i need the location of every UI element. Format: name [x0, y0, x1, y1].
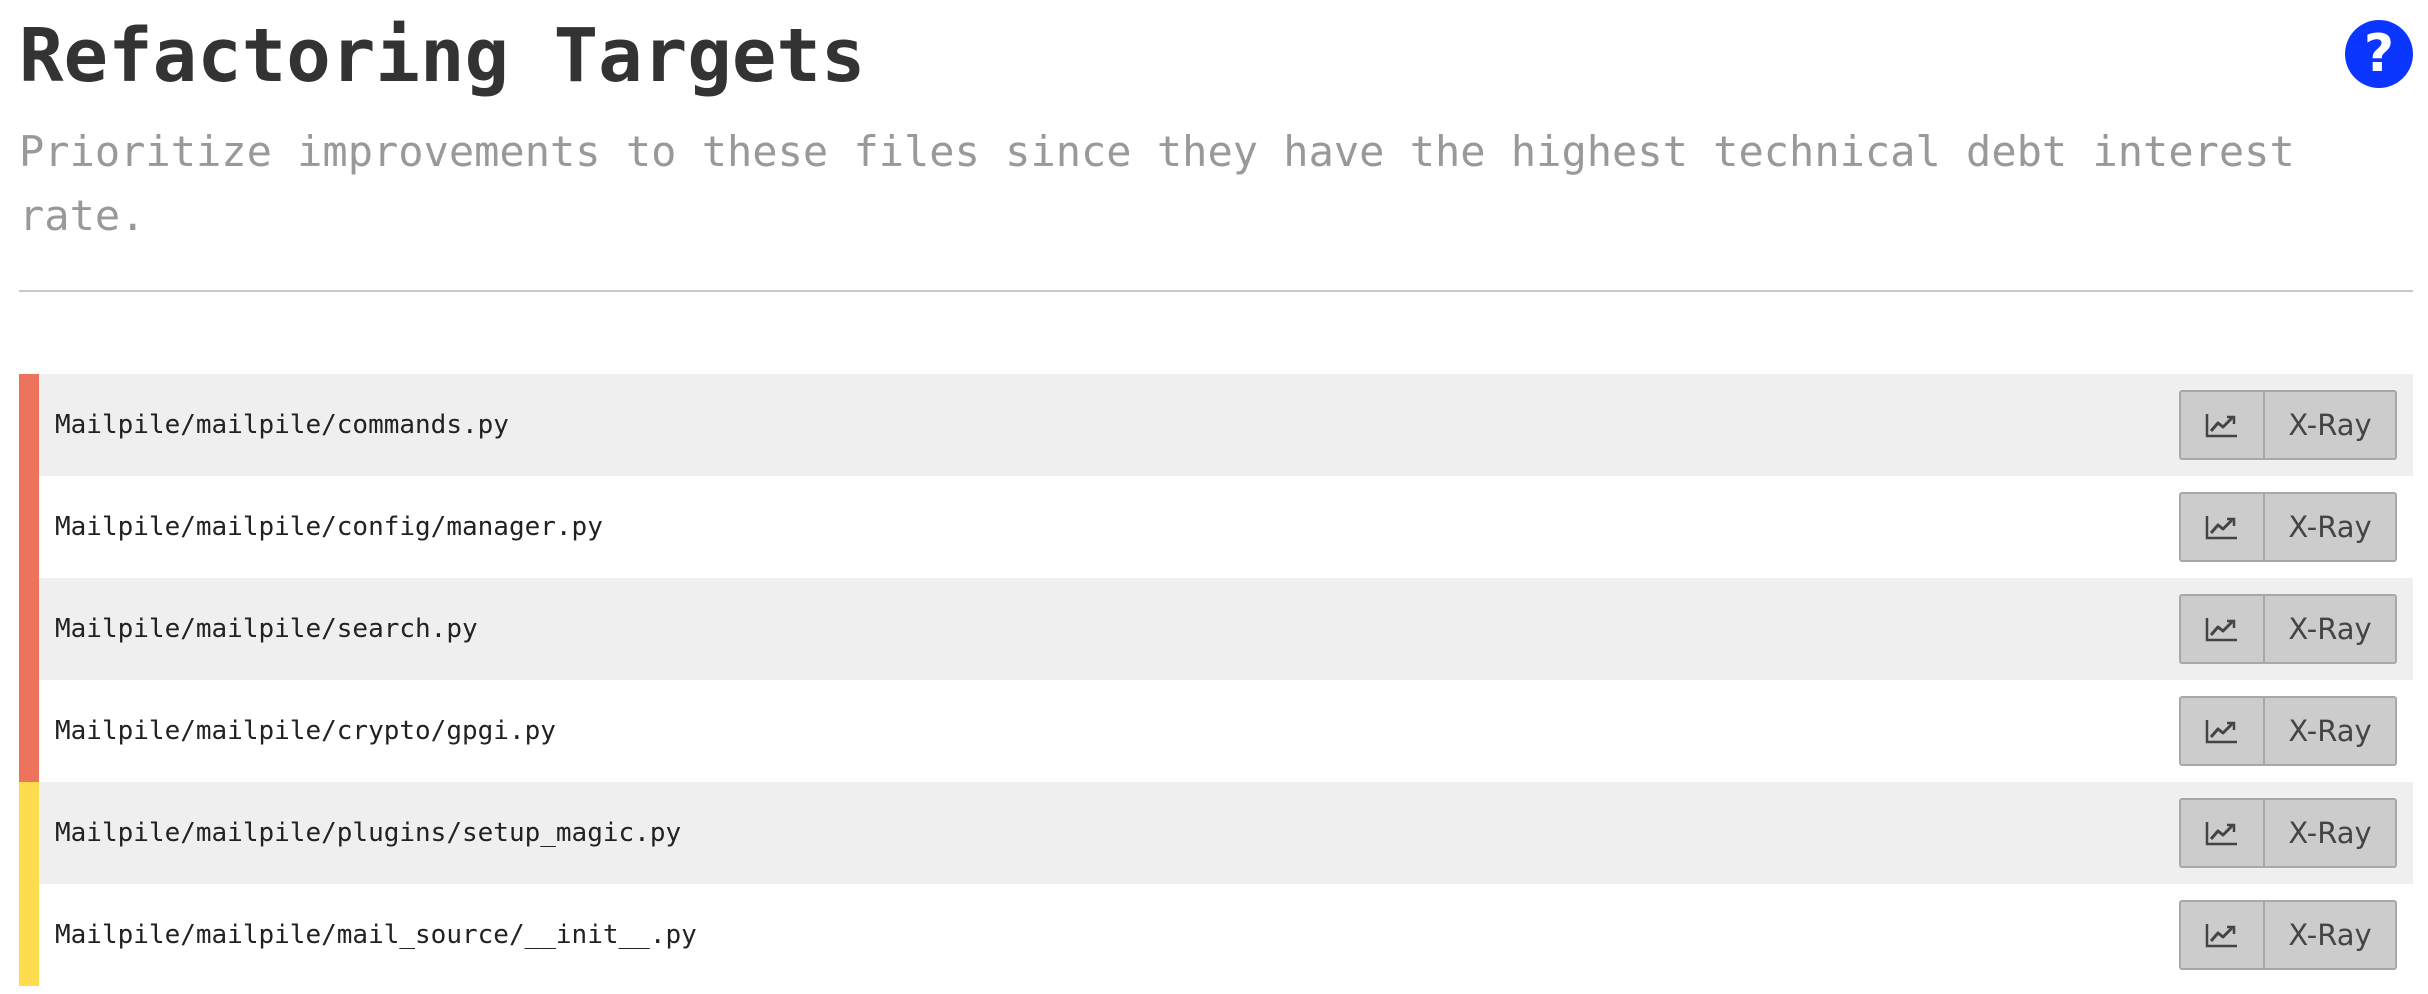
xray-button[interactable]: X-Ray	[2265, 900, 2397, 970]
line-chart-icon	[2205, 514, 2239, 540]
row-actions: X-Ray	[2179, 900, 2397, 970]
file-path-link[interactable]: Mailpile/mailpile/crypto/gpgi.py	[55, 716, 556, 746]
target-row: Mailpile/mailpile/plugins/setup_magic.py…	[19, 782, 2413, 884]
xray-button[interactable]: X-Ray	[2265, 798, 2397, 868]
priority-indicator	[19, 374, 39, 476]
trend-button[interactable]	[2179, 900, 2265, 970]
row-actions: X-Ray	[2179, 594, 2397, 664]
priority-indicator	[19, 476, 39, 578]
target-row: Mailpile/mailpile/commands.py X-Ray	[19, 374, 2413, 476]
file-path-link[interactable]: Mailpile/mailpile/mail_source/__init__.p…	[55, 920, 697, 950]
target-row: Mailpile/mailpile/config/manager.py X-Ra…	[19, 476, 2413, 578]
question-circle-icon: ?	[2363, 24, 2395, 84]
row-actions: X-Ray	[2179, 696, 2397, 766]
xray-button[interactable]: X-Ray	[2265, 492, 2397, 562]
row-actions: X-Ray	[2179, 798, 2397, 868]
target-row: Mailpile/mailpile/search.py X-Ray	[19, 578, 2413, 680]
target-row: Mailpile/mailpile/crypto/gpgi.py X-Ray	[19, 680, 2413, 782]
file-path-link[interactable]: Mailpile/mailpile/config/manager.py	[55, 512, 603, 542]
line-chart-icon	[2205, 616, 2239, 642]
line-chart-icon	[2205, 412, 2239, 438]
page-subtitle: Prioritize improvements to these files s…	[19, 127, 2295, 240]
priority-indicator	[19, 578, 39, 680]
file-path-link[interactable]: Mailpile/mailpile/search.py	[55, 614, 478, 644]
priority-indicator	[19, 782, 39, 884]
trend-button[interactable]	[2179, 390, 2265, 460]
line-chart-icon	[2205, 820, 2239, 846]
row-actions: X-Ray	[2179, 390, 2397, 460]
trend-button[interactable]	[2179, 696, 2265, 766]
refactoring-targets-list: Mailpile/mailpile/commands.py X-Ray Mail…	[19, 374, 2413, 986]
priority-indicator	[19, 680, 39, 782]
row-actions: X-Ray	[2179, 492, 2397, 562]
trend-button[interactable]	[2179, 798, 2265, 868]
line-chart-icon	[2205, 718, 2239, 744]
header-divider	[19, 290, 2413, 292]
file-path-link[interactable]: Mailpile/mailpile/plugins/setup_magic.py	[55, 818, 681, 848]
trend-button[interactable]	[2179, 594, 2265, 664]
trend-button[interactable]	[2179, 492, 2265, 562]
line-chart-icon	[2205, 922, 2239, 948]
target-row: Mailpile/mailpile/mail_source/__init__.p…	[19, 884, 2413, 986]
file-path-link[interactable]: Mailpile/mailpile/commands.py	[55, 410, 509, 440]
xray-button[interactable]: X-Ray	[2265, 390, 2397, 460]
xray-button[interactable]: X-Ray	[2265, 696, 2397, 766]
page-title: Refactoring Targets	[19, 13, 866, 99]
help-button[interactable]: ?	[2345, 20, 2413, 88]
xray-button[interactable]: X-Ray	[2265, 594, 2397, 664]
priority-indicator	[19, 884, 39, 986]
